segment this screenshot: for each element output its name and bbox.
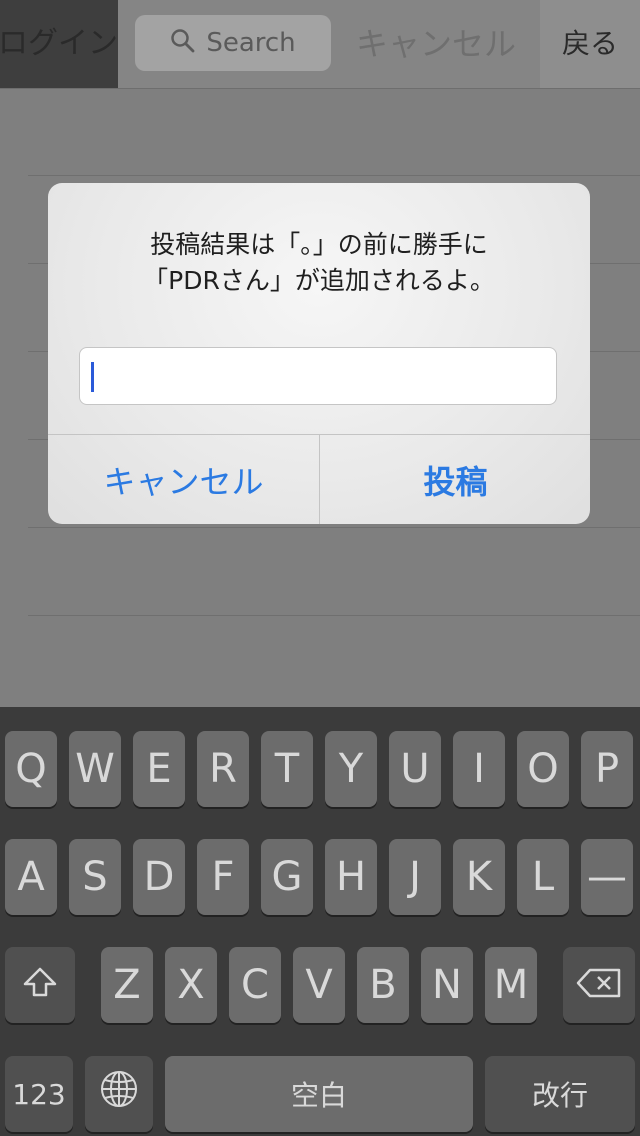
list-divider: [28, 615, 640, 616]
back-button[interactable]: 戻る: [540, 0, 640, 88]
key-g[interactable]: G: [261, 839, 313, 915]
delete-key[interactable]: [563, 947, 635, 1023]
key-h[interactable]: H: [325, 839, 377, 915]
post-button[interactable]: 投稿: [320, 435, 590, 524]
alert-message-line: 投稿結果は「。」の前に勝手に: [150, 230, 488, 259]
post-text-field[interactable]: [79, 347, 557, 405]
key-j[interactable]: J: [389, 839, 441, 915]
key-s[interactable]: S: [69, 839, 121, 915]
search-icon: [170, 28, 196, 58]
key-m[interactable]: M: [485, 947, 537, 1023]
key-t[interactable]: T: [261, 731, 313, 807]
key-w[interactable]: W: [69, 731, 121, 807]
key-u[interactable]: U: [389, 731, 441, 807]
key-dash[interactable]: —: [581, 839, 633, 915]
search-bar[interactable]: Search: [135, 15, 331, 71]
key-n[interactable]: N: [421, 947, 473, 1023]
alert-message-line: 「PDRさん」が追加されるよ。: [143, 266, 495, 295]
key-e[interactable]: E: [133, 731, 185, 807]
key-o[interactable]: O: [517, 731, 569, 807]
key-l[interactable]: L: [517, 839, 569, 915]
shift-arrow-icon: [22, 962, 58, 1008]
key-a[interactable]: A: [5, 839, 57, 915]
alert-dialog: 投稿結果は「。」の前に勝手に 「PDRさん」が追加されるよ。 キャンセル 投稿: [48, 183, 590, 524]
key-v[interactable]: V: [293, 947, 345, 1023]
return-key[interactable]: 改行: [485, 1056, 635, 1132]
key-r[interactable]: R: [197, 731, 249, 807]
key-x[interactable]: X: [165, 947, 217, 1023]
alert-message: 投稿結果は「。」の前に勝手に 「PDRさん」が追加されるよ。: [48, 227, 590, 299]
key-i[interactable]: I: [453, 731, 505, 807]
key-f[interactable]: F: [197, 839, 249, 915]
keyboard: Q W E R T Y U I O P A S D F G H J K L — …: [0, 707, 640, 1136]
globe-key[interactable]: [85, 1056, 153, 1132]
key-y[interactable]: Y: [325, 731, 377, 807]
key-b[interactable]: B: [357, 947, 409, 1023]
text-cursor: [91, 362, 94, 392]
key-q[interactable]: Q: [5, 731, 57, 807]
list-divider: [28, 175, 640, 176]
key-d[interactable]: D: [133, 839, 185, 915]
search-placeholder: Search: [206, 28, 296, 58]
space-key[interactable]: 空白: [165, 1056, 473, 1132]
key-c[interactable]: C: [229, 947, 281, 1023]
key-z[interactable]: Z: [101, 947, 153, 1023]
key-k[interactable]: K: [453, 839, 505, 915]
globe-icon: [99, 1069, 139, 1119]
numbers-key[interactable]: 123: [5, 1056, 73, 1132]
shift-key[interactable]: [5, 947, 75, 1023]
cancel-button[interactable]: キャンセル: [48, 435, 319, 524]
nav-bar: ログイン Search キャンセル 戻る: [0, 0, 640, 89]
login-button[interactable]: ログイン: [0, 0, 118, 88]
nav-cancel-button[interactable]: キャンセル: [356, 0, 516, 88]
key-p[interactable]: P: [581, 731, 633, 807]
backspace-icon: [576, 962, 622, 1008]
list-divider: [28, 527, 640, 528]
